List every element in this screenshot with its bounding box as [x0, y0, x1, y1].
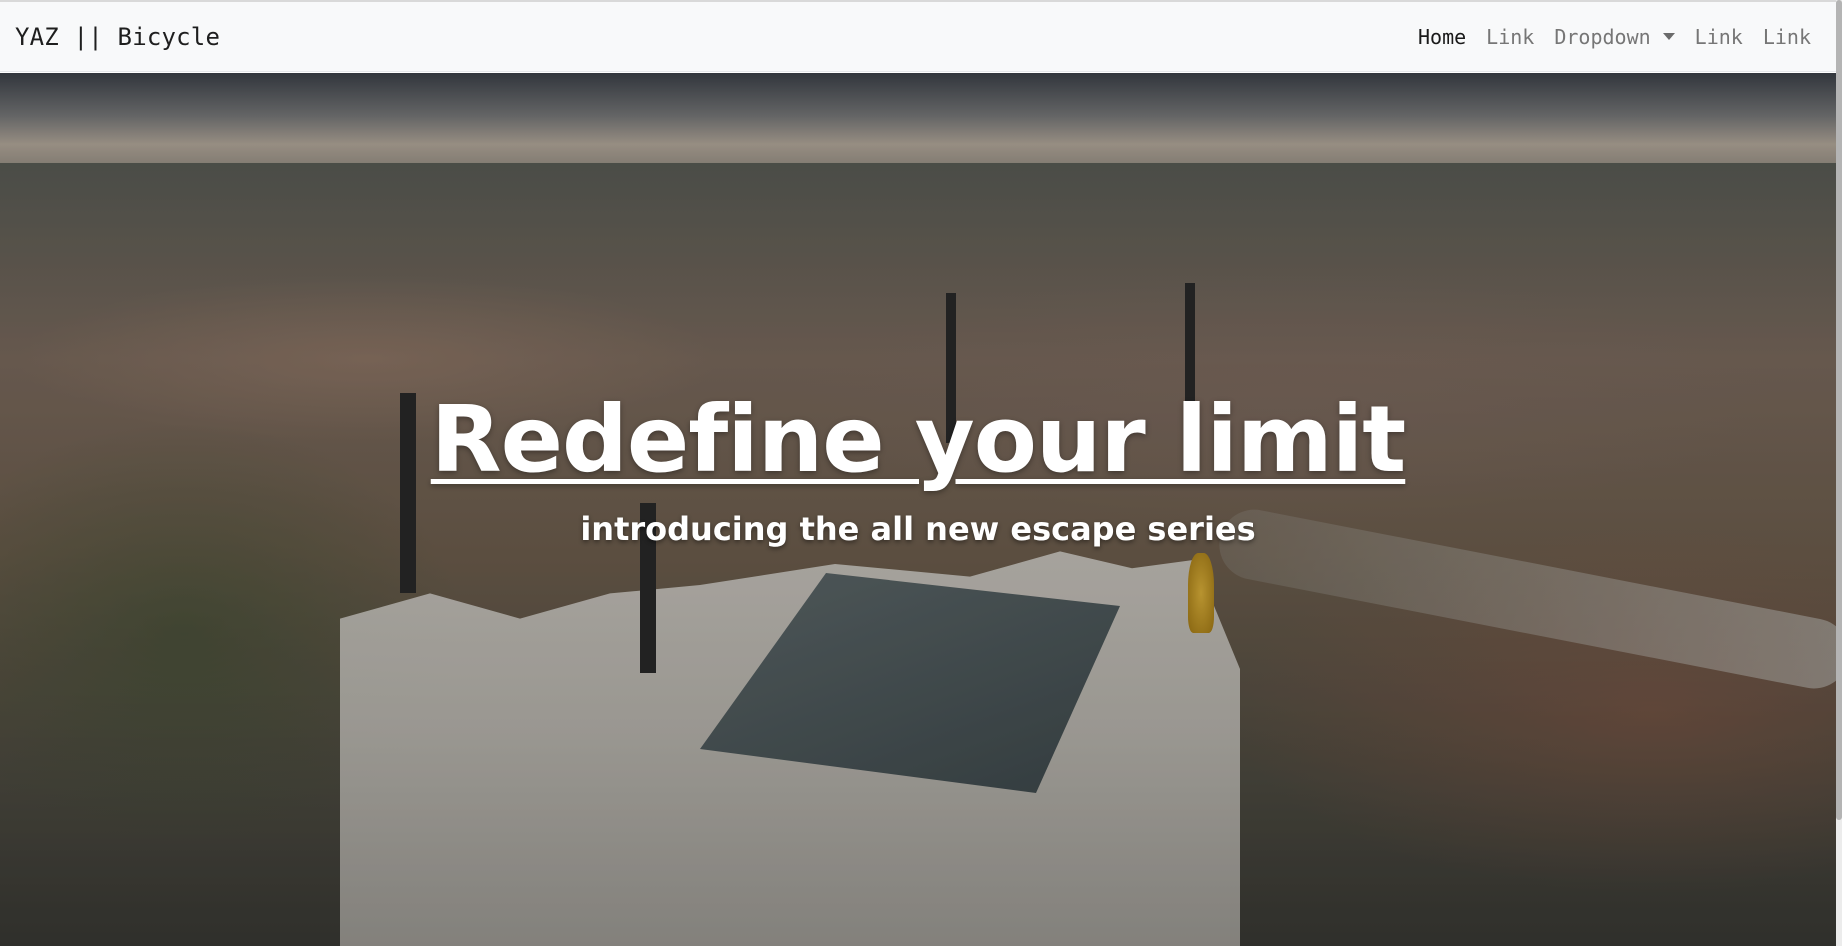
- nav-menu: Home Link Dropdown Link Link: [1408, 25, 1821, 49]
- nav-link-1[interactable]: Link: [1476, 25, 1544, 49]
- nav-link-3[interactable]: Link: [1753, 25, 1821, 49]
- navbar: YAZ || Bicycle Home Link Dropdown Link L…: [0, 2, 1836, 72]
- hero-section: Redefine your limit introducing the all …: [0, 73, 1836, 946]
- nav-dropdown-label: Dropdown: [1554, 24, 1651, 49]
- hero-headline: Redefine your limit: [430, 386, 1407, 493]
- nav-link-home[interactable]: Home: [1408, 25, 1476, 49]
- hero-subheadline: introducing the all new escape series: [580, 510, 1256, 548]
- scrollbar-thumb[interactable]: [1836, 0, 1842, 820]
- nav-dropdown-toggle[interactable]: Dropdown: [1544, 25, 1684, 49]
- hero-text-container: Redefine your limit introducing the all …: [0, 73, 1836, 946]
- nav-link-2[interactable]: Link: [1685, 25, 1753, 49]
- brand-logo-text[interactable]: YAZ || Bicycle: [15, 23, 220, 51]
- caret-down-icon: [1662, 33, 1675, 40]
- vertical-scrollbar[interactable]: [1836, 0, 1842, 946]
